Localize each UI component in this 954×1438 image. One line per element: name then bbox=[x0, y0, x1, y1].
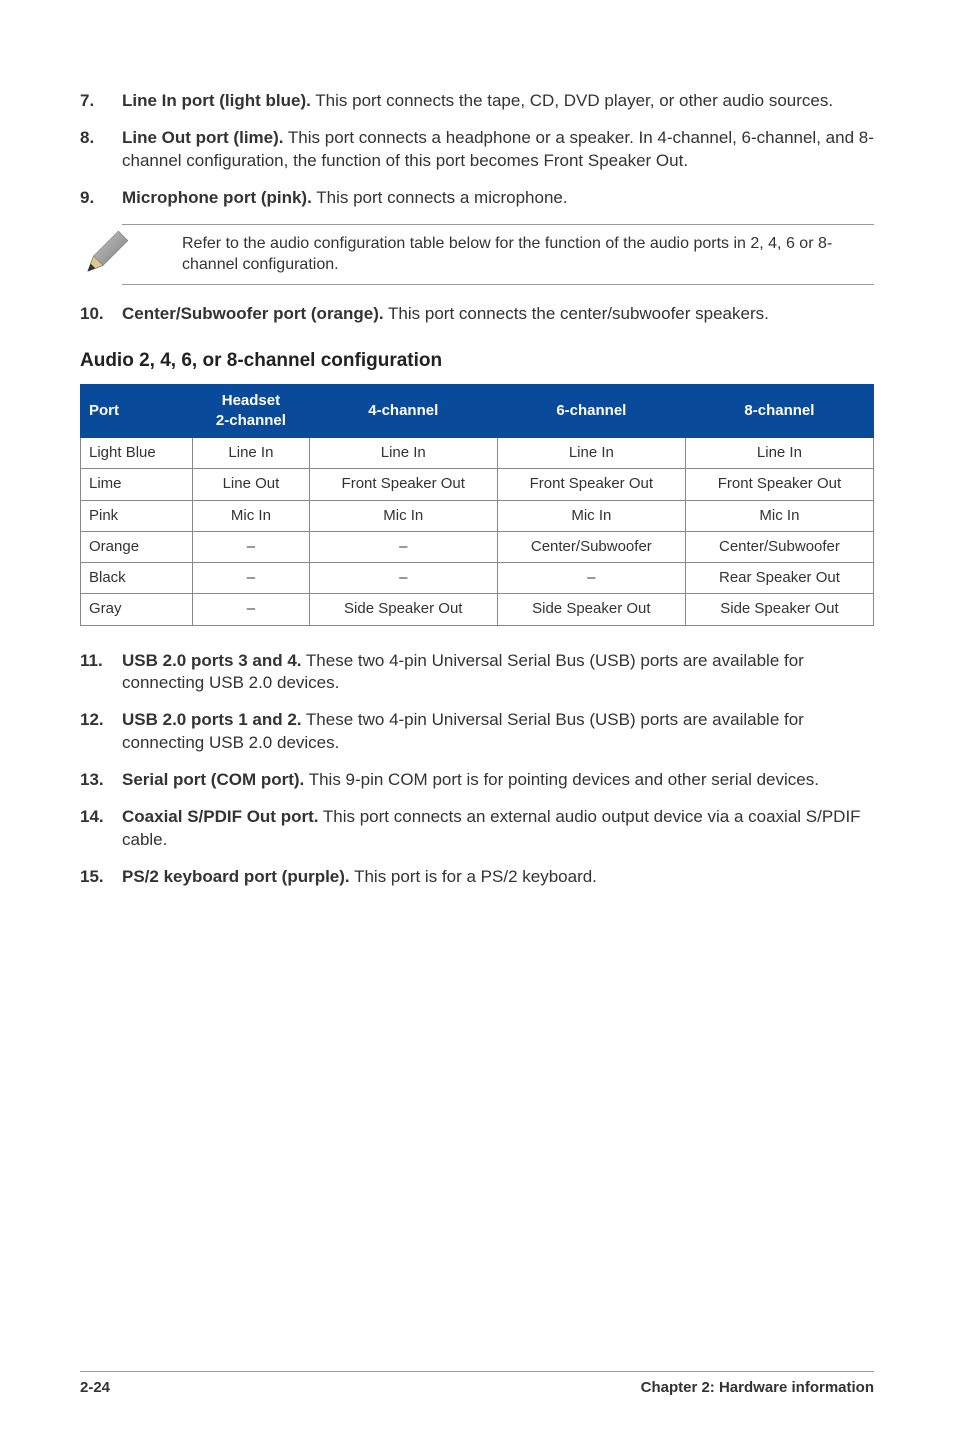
table-cell: Mic In bbox=[193, 500, 310, 531]
table-row: Light BlueLine InLine InLine InLine In bbox=[81, 438, 874, 469]
list-bold: Coaxial S/PDIF Out port. bbox=[122, 807, 318, 826]
list-item: 13.Serial port (COM port). This 9-pin CO… bbox=[80, 769, 874, 792]
list-item: 7.Line In port (light blue). This port c… bbox=[80, 90, 874, 113]
list-body: USB 2.0 ports 1 and 2. These two 4-pin U… bbox=[122, 709, 874, 755]
list-number: 10. bbox=[80, 303, 122, 326]
list-number: 9. bbox=[80, 187, 122, 210]
table-cell: Front Speaker Out bbox=[685, 469, 873, 500]
list-bold: Microphone port (pink). bbox=[122, 188, 312, 207]
list-bold: Line Out port (lime). bbox=[122, 128, 284, 147]
table-row: LimeLine OutFront Speaker OutFront Speak… bbox=[81, 469, 874, 500]
table-cell: Pink bbox=[81, 500, 193, 531]
table-header: Port bbox=[81, 384, 193, 438]
list-item: 14.Coaxial S/PDIF Out port. This port co… bbox=[80, 806, 874, 852]
table-cell: Light Blue bbox=[81, 438, 193, 469]
note-box: Refer to the audio configuration table b… bbox=[122, 224, 874, 285]
list-number: 15. bbox=[80, 866, 122, 889]
audio-config-table: PortHeadset2-channel4-channel6-channel8-… bbox=[80, 384, 874, 626]
table-cell: Front Speaker Out bbox=[309, 469, 497, 500]
footer-chapter: Chapter 2: Hardware information bbox=[641, 1378, 874, 1398]
list-number: 7. bbox=[80, 90, 122, 113]
list-body: USB 2.0 ports 3 and 4. These two 4-pin U… bbox=[122, 650, 874, 696]
table-cell: Rear Speaker Out bbox=[685, 563, 873, 594]
list-rest: This 9-pin COM port is for pointing devi… bbox=[304, 770, 819, 789]
table-cell: Line In bbox=[685, 438, 873, 469]
list-body: Line In port (light blue). This port con… bbox=[122, 90, 874, 113]
table-cell: – bbox=[193, 594, 310, 625]
list-rest: This port connects the center/subwoofer … bbox=[384, 304, 769, 323]
list-bold: Center/Subwoofer port (orange). bbox=[122, 304, 384, 323]
table-header: Headset2-channel bbox=[193, 384, 310, 438]
table-cell: Gray bbox=[81, 594, 193, 625]
table-cell: Side Speaker Out bbox=[309, 594, 497, 625]
table-header: 8-channel bbox=[685, 384, 873, 438]
list-item: 8.Line Out port (lime). This port connec… bbox=[80, 127, 874, 173]
list-number: 8. bbox=[80, 127, 122, 173]
list-bold: USB 2.0 ports 3 and 4. bbox=[122, 651, 302, 670]
list-item: 15.PS/2 keyboard port (purple). This por… bbox=[80, 866, 874, 889]
table-header: 6-channel bbox=[497, 384, 685, 438]
table-heading: Audio 2, 4, 6, or 8-channel configuratio… bbox=[80, 348, 874, 374]
list-item: 12.USB 2.0 ports 1 and 2. These two 4-pi… bbox=[80, 709, 874, 755]
table-cell: Mic In bbox=[497, 500, 685, 531]
list-body: Serial port (COM port). This 9-pin COM p… bbox=[122, 769, 874, 792]
table-cell: Side Speaker Out bbox=[685, 594, 873, 625]
table-row: Orange––Center/SubwooferCenter/Subwoofer bbox=[81, 531, 874, 562]
table-cell: – bbox=[309, 563, 497, 594]
list-number: 12. bbox=[80, 709, 122, 755]
list-number: 11. bbox=[80, 650, 122, 696]
list-body: Center/Subwoofer port (orange). This por… bbox=[122, 303, 874, 326]
list-number: 13. bbox=[80, 769, 122, 792]
page-footer: 2-24 Chapter 2: Hardware information bbox=[80, 1371, 874, 1398]
note-text: Refer to the audio configuration table b… bbox=[182, 235, 832, 274]
list-item: 9.Microphone port (pink). This port conn… bbox=[80, 187, 874, 210]
list-bold: Serial port (COM port). bbox=[122, 770, 304, 789]
table-cell: Black bbox=[81, 563, 193, 594]
table-cell: Front Speaker Out bbox=[497, 469, 685, 500]
table-cell: Line In bbox=[193, 438, 310, 469]
table-cell: Center/Subwoofer bbox=[497, 531, 685, 562]
list-bold: USB 2.0 ports 1 and 2. bbox=[122, 710, 302, 729]
list-item: 11.USB 2.0 ports 3 and 4. These two 4-pi… bbox=[80, 650, 874, 696]
footer-page-number: 2-24 bbox=[80, 1378, 110, 1398]
table-cell: Orange bbox=[81, 531, 193, 562]
table-cell: Line Out bbox=[193, 469, 310, 500]
table-cell: Side Speaker Out bbox=[497, 594, 685, 625]
list-bold: PS/2 keyboard port (purple). bbox=[122, 867, 350, 886]
list-item-10: 10. Center/Subwoofer port (orange). This… bbox=[80, 303, 874, 326]
table-cell: – bbox=[193, 531, 310, 562]
table-cell: – bbox=[309, 531, 497, 562]
list-body: Coaxial S/PDIF Out port. This port conne… bbox=[122, 806, 874, 852]
list-rest: This port connects a microphone. bbox=[312, 188, 568, 207]
table-cell: – bbox=[497, 563, 685, 594]
table-header: 4-channel bbox=[309, 384, 497, 438]
table-cell: Line In bbox=[497, 438, 685, 469]
table-cell: Lime bbox=[81, 469, 193, 500]
table-cell: Mic In bbox=[685, 500, 873, 531]
table-cell: Mic In bbox=[309, 500, 497, 531]
table-row: Black–––Rear Speaker Out bbox=[81, 563, 874, 594]
table-cell: Center/Subwoofer bbox=[685, 531, 873, 562]
table-cell: Line In bbox=[309, 438, 497, 469]
table-row: PinkMic InMic InMic InMic In bbox=[81, 500, 874, 531]
list-body: Line Out port (lime). This port connects… bbox=[122, 127, 874, 173]
list-rest: This port is for a PS/2 keyboard. bbox=[350, 867, 597, 886]
list-body: PS/2 keyboard port (purple). This port i… bbox=[122, 866, 874, 889]
list-number: 14. bbox=[80, 806, 122, 852]
list-body: Microphone port (pink). This port connec… bbox=[122, 187, 874, 210]
list-bold: Line In port (light blue). bbox=[122, 91, 311, 110]
pencil-icon bbox=[82, 231, 128, 277]
list-rest: This port connects the tape, CD, DVD pla… bbox=[311, 91, 833, 110]
table-cell: – bbox=[193, 563, 310, 594]
table-row: Gray–Side Speaker OutSide Speaker OutSid… bbox=[81, 594, 874, 625]
